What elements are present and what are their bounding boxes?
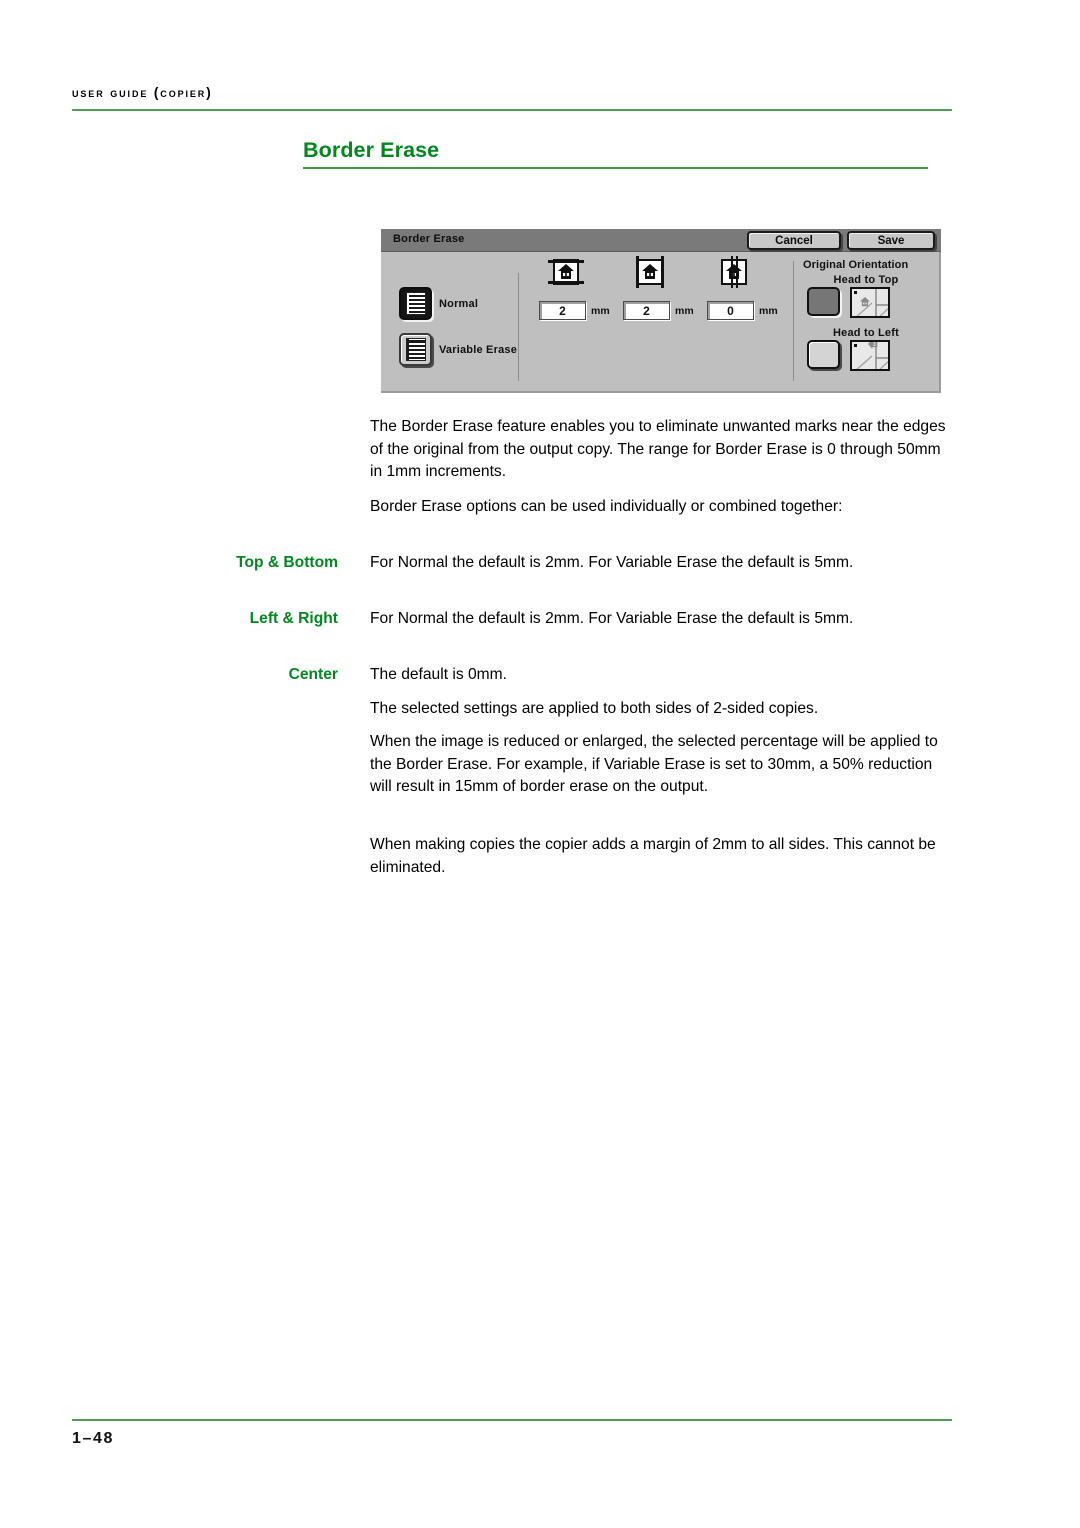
page-number: 1–48	[72, 1430, 114, 1447]
center-unit: mm	[759, 304, 778, 317]
house-glyph	[558, 264, 574, 279]
running-header: User Guide (Copier)	[72, 86, 952, 100]
head-to-left-button[interactable]	[807, 340, 840, 369]
thumb-art	[852, 289, 888, 316]
center-mark-left	[731, 256, 733, 288]
divider-left	[518, 273, 519, 381]
head-to-top-label: Head to Top	[833, 274, 899, 286]
bar-top	[406, 340, 425, 342]
head-to-left-label: Head to Left	[833, 327, 899, 339]
edge-mark-left	[636, 256, 639, 288]
definition-term-center: Center	[288, 666, 338, 683]
mode-option-normal[interactable]: Normal	[399, 287, 478, 320]
cancel-button[interactable]: Cancel	[747, 231, 841, 250]
paragraph-options-combined: Border Erase options can be used individ…	[370, 498, 843, 515]
screen-title: Border Erase	[393, 233, 465, 245]
erase-value-row-center: 0 mm	[707, 301, 778, 320]
border-erase-screen-figure: Border Erase Cancel Save Normal Variable…	[381, 229, 941, 393]
paragraph-two-sided: The selected settings are applied to bot…	[370, 700, 819, 717]
definition-desc-center: The default is 0mm.	[370, 666, 507, 683]
divider-right	[793, 261, 794, 381]
definition-desc-top-bottom: For Normal the default is 2mm. For Varia…	[370, 554, 854, 571]
running-header-text: User Guide (Copier)	[72, 85, 213, 100]
head-to-left-thumb-icon	[850, 340, 890, 371]
original-orientation-title: Original Orientation	[803, 259, 909, 271]
document-page: User Guide (Copier) Border Erase Border …	[0, 0, 1080, 1528]
mode-option-variable-erase[interactable]: Variable Erase	[399, 333, 517, 366]
original-orientation-group: Original Orientation Head to Top Head to…	[803, 259, 935, 371]
left-right-unit: mm	[675, 304, 694, 317]
document-lines-bars-icon	[405, 338, 426, 361]
head-to-top-thumb-icon	[850, 287, 890, 318]
bar-bottom	[406, 357, 425, 359]
page-title: Border Erase	[303, 138, 440, 162]
document-lines-icon	[405, 292, 426, 315]
definition-desc-left-right: For Normal the default is 2mm. For Varia…	[370, 610, 854, 627]
mode-normal-button[interactable]	[399, 287, 432, 320]
edge-mark-right	[661, 256, 664, 288]
orientation-option-head-to-top[interactable]: Head to Top	[803, 274, 935, 318]
paragraph-reduce-enlarge: When the image is reduced or enlarged, t…	[370, 733, 938, 796]
center-value-field[interactable]: 0	[707, 301, 754, 320]
definition-term-top-bottom: Top & Bottom	[236, 554, 338, 571]
mode-variable-erase-button[interactable]	[399, 333, 432, 366]
left-right-value-field[interactable]: 2	[623, 301, 670, 320]
paragraph-intro: The Border Erase feature enables you to …	[370, 418, 946, 481]
paragraph-margin: When making copies the copier adds a mar…	[370, 836, 936, 876]
center-mark-right	[736, 256, 738, 288]
top-bottom-unit: mm	[591, 304, 610, 317]
mode-variable-erase-label: Variable Erase	[439, 343, 518, 356]
edge-mark-top	[548, 260, 584, 263]
heading-rule	[303, 167, 928, 169]
edge-center-icon	[717, 256, 751, 288]
orientation-option-head-to-left[interactable]: Head to Left	[803, 327, 935, 371]
erase-group-left-right: 2 mm	[623, 256, 701, 320]
save-button[interactable]: Save	[847, 231, 935, 250]
house-glyph	[642, 264, 658, 279]
header-rule	[72, 109, 952, 111]
erase-group-top-bottom: 2 mm	[539, 257, 617, 320]
erase-value-row-left-right: 2 mm	[623, 301, 694, 320]
head-to-top-button[interactable]	[807, 287, 840, 316]
edge-mark-bottom	[548, 281, 584, 284]
edge-top-bottom-icon	[548, 257, 584, 287]
thumb-art	[852, 342, 888, 369]
edge-left-right-icon	[633, 256, 667, 288]
house-glyph	[726, 264, 742, 279]
erase-group-center: 0 mm	[707, 256, 785, 320]
erase-value-row-top-bottom: 2 mm	[539, 301, 610, 320]
footer-rule	[72, 1419, 952, 1421]
screen-titlebar: Border Erase Cancel Save	[381, 229, 941, 252]
top-bottom-value-field[interactable]: 2	[539, 301, 586, 320]
mode-normal-label: Normal	[439, 297, 479, 310]
definition-term-left-right: Left & Right	[249, 610, 338, 627]
